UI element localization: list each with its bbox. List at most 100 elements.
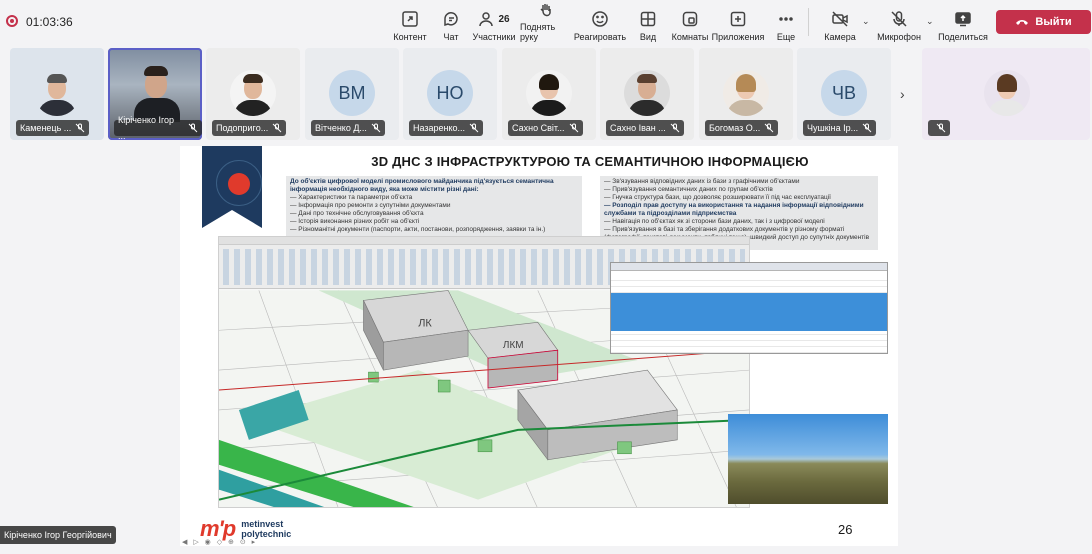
presentation-nav-controls-icon[interactable]: ◀ ▷ ◉ ◇ ⊕ ⊙ ▸ [182,538,257,546]
slide-right-item: — Прив'язування семантичних даних по гру… [604,186,773,193]
site-photo [728,414,888,504]
avatar-initials: ЧВ [821,70,867,116]
add-app-icon [729,9,747,29]
rooms-button[interactable]: Комнаты [672,4,708,42]
building-label: ЛКМ [503,340,524,351]
mic-muted-icon [75,123,85,133]
avatar-initials: НО [427,70,473,116]
mic-muted-icon [272,123,282,133]
slide-right-item: — Гнучка структура бази, що дозволяє роз… [604,194,831,201]
recording-indicator-icon [6,15,18,27]
participants-label: Участники [472,32,516,42]
slide-right-item: — Навігація по об'єктах як зі сторони ба… [604,218,825,225]
participant-name: Кіріченко Ігор ... [114,115,202,140]
rooms-label: Комнаты [671,32,709,42]
camera-label: Камера [824,32,856,42]
participants-icon: 26 [478,9,510,29]
more-dots-icon [777,9,795,29]
mic-muted-icon [862,123,872,133]
mic-label: Микрофон [877,32,921,42]
participant-tile[interactable]: Богомаз О... [699,48,793,140]
participant-name: Подопригo... [212,120,287,136]
participant-name: Богомаз О... [705,120,779,136]
participant-tile[interactable]: Каменець ... [10,48,104,140]
participant-name: Чушкіна Ір... [803,120,877,136]
leave-label: Выйти [1035,16,1072,28]
participant-tile[interactable]: Сахно Світ... [502,48,596,140]
hand-icon [537,1,555,19]
mic-button[interactable]: Микрофон [877,4,921,42]
participant-tile[interactable]: Сахно Іван ... [600,48,694,140]
react-label: Реагировать [573,32,627,42]
participant-name: Вітченко Д... [311,120,385,136]
participant-tile[interactable]: ЧВ Чушкіна Ір... [797,48,891,140]
slide-title: 3D ДНС З ІНФРАСТРУКТУРОЮ ТА СЕМАНТИЧНОЮ … [371,154,809,169]
participant-name: Сахно Іван ... [606,120,684,136]
slide-left-item: — Характеристики та параметри об'єкта [290,194,413,201]
slide-right-item: — Розподіл прав доступу на використання … [604,202,864,217]
avatar [34,70,80,116]
participant-name: Сахно Світ... [508,120,583,136]
avatar [984,70,1030,116]
react-button[interactable]: Реагировать [573,4,627,42]
apps-button[interactable]: Приложения [712,4,764,42]
chat-label: Чат [443,32,459,42]
raise-hand-button[interactable]: Поднять руку [520,4,572,42]
apps-label: Приложения [711,32,765,42]
share-label: Поделиться [938,32,988,42]
logo-text: metinvest polytechnic [241,519,292,539]
more-label: Еще [776,32,796,42]
participant-name [928,120,950,136]
share-button[interactable]: Поделиться [938,4,988,42]
self-view-tile[interactable] [922,48,1090,140]
slide-right-item: — Зв'язування відповідних даних із бази … [604,178,800,185]
share-content-icon [401,9,419,29]
participant-tile[interactable]: НО Назаренко... [403,48,497,140]
avatar [723,70,769,116]
slide-left-item: — Різноманітні документи (паспорти, акти… [290,226,546,233]
more-button[interactable]: Еще [776,4,796,42]
participant-tile-video[interactable]: Кіріченко Ігор ... [108,48,202,140]
mic-muted-icon [188,123,198,133]
camera-button[interactable]: Камера [824,4,856,42]
camera-options-chevron-icon[interactable]: ⌄ [862,16,870,27]
participants-button[interactable]: 26 Участники [472,4,516,42]
camera-off-icon [831,9,849,29]
participant-tile[interactable]: ВМ Вітченко Д... [305,48,399,140]
participant-name: Назаренко... [409,120,484,136]
participants-count: 26 [498,13,510,25]
avatar [624,70,670,116]
content-label: Контент [393,32,427,42]
avatar [230,70,276,116]
content-button[interactable]: Контент [392,4,428,42]
toolbar-divider [808,8,809,36]
slide-page-number: 26 [838,522,853,537]
share-screen-icon [954,9,972,29]
participant-name: Каменець ... [16,120,90,136]
view-label: Вид [639,32,657,42]
slide-left-intro: До об'єктів цифрової моделі промислового… [290,178,554,193]
view-button[interactable]: Вид [636,4,660,42]
building-label: ЛК [418,317,432,329]
chat-button[interactable]: Чат [438,4,464,42]
phone-hangup-icon [1016,20,1029,25]
avatar [526,70,572,116]
leave-button[interactable]: Выйти [996,10,1091,34]
meeting-timer: 01:03:36 [26,15,73,29]
next-participants-chevron-icon[interactable]: › [900,86,905,102]
meeting-toolbar: 01:03:36 Контент Чат 26 Участники Поднят… [0,0,1092,44]
mic-muted-icon [569,123,579,133]
mic-muted-icon [670,123,680,133]
avatar-initials: ВМ [329,70,375,116]
presenter-name-tag: Кіріченко Ігор Георгійович [0,526,116,544]
slide-badge-logo [202,146,262,228]
mic-muted-icon [371,123,381,133]
participant-tile[interactable]: Подопригo... [206,48,300,140]
mic-muted-icon [764,123,774,133]
database-app-window [610,262,888,354]
chat-icon [442,9,460,29]
database-selected-rows [611,293,887,331]
slide-left-textbox: До об'єктів цифрової моделі промислового… [286,176,582,236]
mic-options-chevron-icon[interactable]: ⌄ [926,16,934,27]
rooms-icon [681,9,699,29]
